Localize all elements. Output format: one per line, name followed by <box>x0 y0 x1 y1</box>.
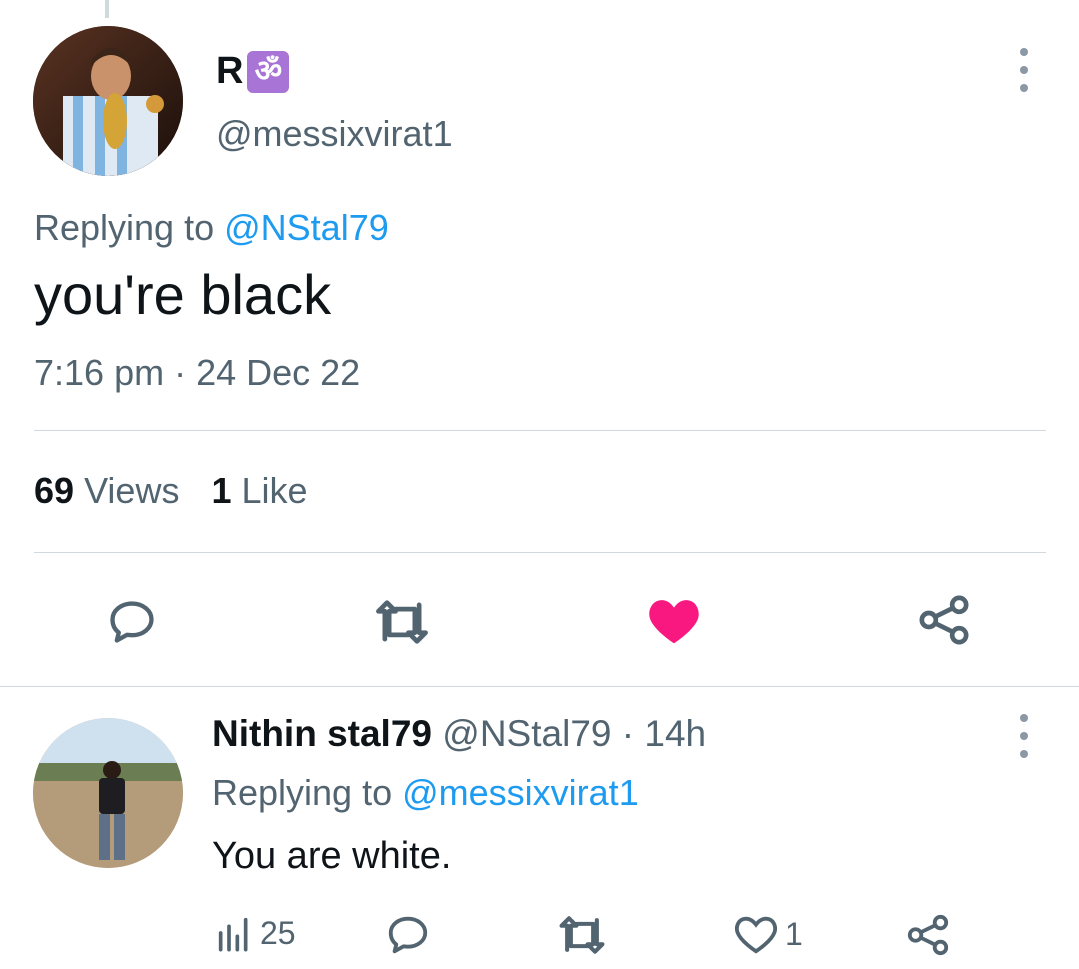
more-dot-icon <box>1020 732 1028 740</box>
reply-views-count: 25 <box>260 914 296 951</box>
reply-likes-count: 1 <box>785 915 803 952</box>
reply-time[interactable]: 14h <box>644 713 706 754</box>
author-display-name[interactable]: R ॐ <box>216 50 290 93</box>
reply-retweet-button[interactable] <box>556 912 608 958</box>
more-dot-icon <box>1020 714 1028 722</box>
divider <box>34 430 1046 431</box>
replying-to: Replying to @NStal79 <box>34 207 389 249</box>
reply-icon <box>388 916 428 954</box>
divider <box>0 686 1079 687</box>
likes-count: 1 <box>211 470 232 511</box>
reply-author-handle[interactable]: @NStal79 <box>442 713 611 754</box>
share-icon <box>907 914 949 956</box>
share-button[interactable] <box>914 592 974 648</box>
reply-share-button[interactable] <box>905 912 951 958</box>
avatar[interactable] <box>33 26 183 176</box>
tweet-text: you're black <box>34 263 332 326</box>
more-dot-icon <box>1020 48 1028 56</box>
reply-button[interactable] <box>104 594 160 650</box>
likes-stat[interactable]: 1 Like <box>211 470 307 512</box>
reply-views-button[interactable]: 25 <box>214 912 296 954</box>
views-stat[interactable]: 69 Views <box>34 470 179 512</box>
retweet-button[interactable] <box>370 594 434 650</box>
replying-mention-link[interactable]: @NStal79 <box>224 207 389 248</box>
reply-replying-to: Replying to @messixvirat1 <box>212 772 639 814</box>
thread-connector-line <box>105 0 109 18</box>
tweet-timestamp[interactable]: 7:16 pm · 24 Dec 22 <box>34 352 360 394</box>
reply-icon <box>110 601 154 643</box>
views-count: 69 <box>34 470 75 511</box>
heart-outline-icon <box>735 916 777 954</box>
share-icon <box>919 595 969 645</box>
author-handle[interactable]: @messixvirat1 <box>216 113 453 155</box>
views-label: Views <box>84 470 180 511</box>
replying-prefix: Replying to <box>34 207 215 248</box>
more-dot-icon <box>1020 750 1028 758</box>
more-options-button[interactable] <box>1014 48 1034 92</box>
reply-text: You are white. <box>212 835 452 877</box>
reply-replying-mention-link[interactable]: @messixvirat1 <box>402 772 639 813</box>
likes-label: Like <box>241 470 308 511</box>
reply-avatar[interactable] <box>33 718 183 868</box>
reply-author-name[interactable]: Nithin stal79 <box>212 713 432 754</box>
divider <box>34 552 1046 553</box>
tweet-stats: 69 Views 1 Like <box>34 470 308 512</box>
reply-header: Nithin stal79 @NStal79 · 14h <box>212 713 706 755</box>
retweet-icon <box>559 916 605 954</box>
retweet-icon <box>376 600 428 644</box>
reply-like-button[interactable]: 1 <box>733 912 803 956</box>
reply-replying-prefix: Replying to <box>212 772 393 813</box>
heart-filled-icon <box>649 600 699 644</box>
om-emoji-icon: ॐ <box>247 50 290 93</box>
like-button[interactable] <box>644 592 704 648</box>
author-name-text: R <box>216 50 244 92</box>
reply-more-options-button[interactable] <box>1014 714 1034 758</box>
more-dot-icon <box>1020 84 1028 92</box>
more-dot-icon <box>1020 66 1028 74</box>
reply-separator: · <box>621 713 635 754</box>
analytics-icon <box>218 917 248 952</box>
reply-reply-button[interactable] <box>385 912 431 958</box>
